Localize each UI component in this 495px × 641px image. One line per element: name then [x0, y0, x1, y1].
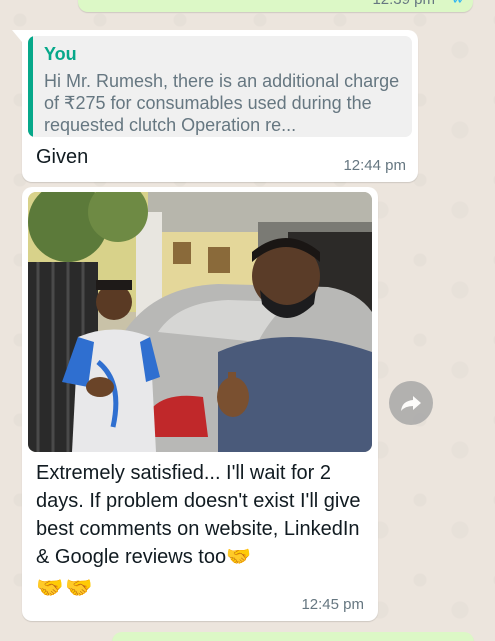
next-outgoing-message[interactable] [112, 632, 474, 641]
forward-button[interactable] [389, 381, 433, 425]
forward-arrow-icon [401, 396, 421, 411]
incoming-message-reply[interactable]: You Hi Mr. Rumesh, there is an additiona… [12, 30, 418, 182]
quote-accent-bar [28, 36, 33, 137]
quote-author: You [44, 44, 77, 64]
incoming-photo-message[interactable]: Extremely satisfied... I'll wait for 2 d… [22, 187, 378, 621]
message-text: Extremely satisfied... I'll wait for 2 d… [36, 462, 361, 568]
previous-outgoing-message[interactable]: 12:39 pm ✓✓ [78, 0, 473, 12]
quote-text: Hi Mr. Rumesh, there is an additional ch… [44, 71, 400, 135]
handshake-emojis: 🤝🤝 [36, 575, 95, 600]
message-text: Given [36, 146, 89, 168]
message-timestamp: 12:39 pm [372, 0, 435, 8]
double-check-icon: ✓✓ [452, 0, 469, 8]
quoted-message[interactable]: You Hi Mr. Rumesh, there is an additiona… [28, 36, 412, 137]
message-timestamp: 12:44 pm [343, 157, 406, 174]
message-timestamp: 12:45 pm [301, 596, 364, 613]
message-photo[interactable] [28, 192, 372, 452]
